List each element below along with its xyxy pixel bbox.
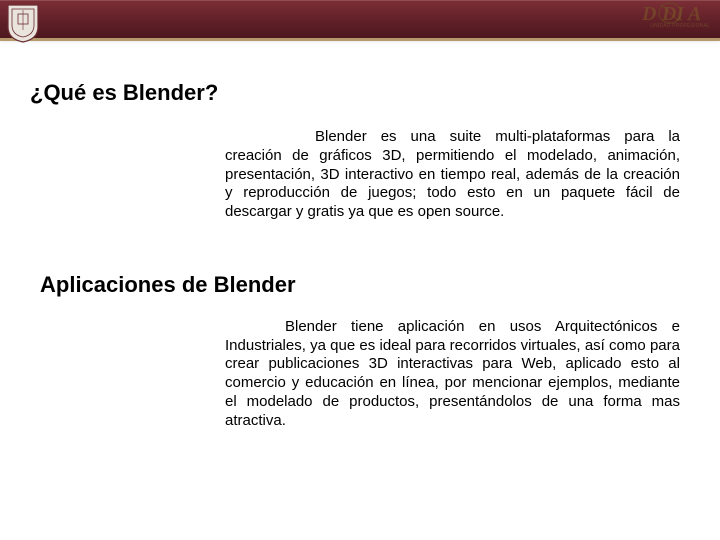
svg-text:D: D [661,3,676,25]
dia-logo-subtext: UNIDAD PROFESIONAL [650,23,710,29]
svg-text:D: D [641,3,656,25]
slide: D D I A UNIDAD PROFESIONAL ¿Qué es Blend… [0,0,720,540]
heading-applications: Aplicaciones de Blender [40,272,690,298]
dia-logo: D D I A UNIDAD PROFESIONAL [640,1,714,37]
content-area: ¿Qué es Blender? Blender es una suite mu… [30,70,690,430]
svg-text:I: I [675,3,685,25]
paragraph-text: Blender tiene aplicación en usos Arquite… [225,318,680,429]
title-bar [0,0,720,38]
heading-what-is-blender: ¿Qué es Blender? [30,80,690,106]
ipn-shield-logo [6,3,40,43]
paragraph-applications: Blender tiene aplicación en usos Arquite… [225,318,680,431]
svg-text:A: A [686,3,701,25]
paragraph-text: Blender es una suite multi-plataformas p… [225,128,680,220]
paragraph-what-is-blender: Blender es una suite multi-plataformas p… [225,128,680,222]
